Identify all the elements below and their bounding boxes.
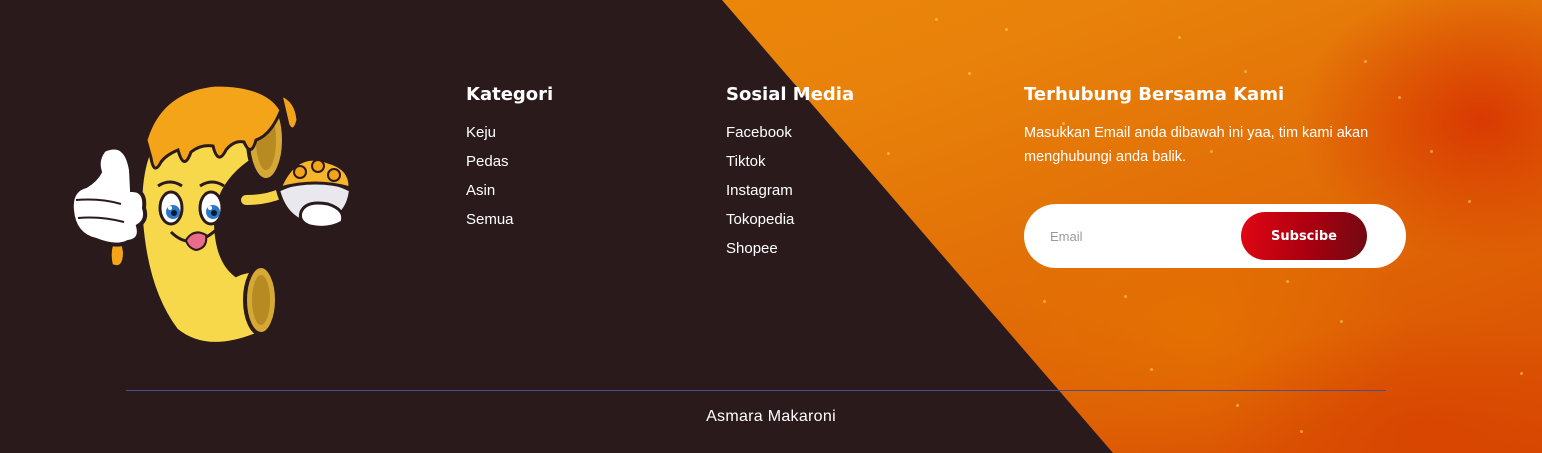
sosial-media-list: Facebook Tiktok Instagram Tokopedia Shop…	[726, 123, 854, 268]
social-link[interactable]: Tokopedia	[726, 211, 794, 228]
sosial-media-section: Sosial Media Facebook Tiktok Instagram T…	[726, 84, 854, 268]
contact-section: Terhubung Bersama Kami Masukkan Email an…	[1024, 84, 1404, 169]
subscribe-button[interactable]: Subscibe	[1241, 212, 1367, 260]
sosial-media-title: Sosial Media	[726, 84, 855, 105]
site-footer: Kategori Keju Pedas Asin Semua Sosial Me…	[0, 0, 1542, 453]
contact-title: Terhubung Bersama Kami	[1024, 84, 1285, 105]
kategori-link[interactable]: Asin	[466, 182, 495, 199]
kategori-item-semua[interactable]: Semua	[466, 210, 553, 239]
kategori-list: Keju Pedas Asin Semua	[466, 123, 553, 239]
kategori-item-asin[interactable]: Asin	[466, 181, 553, 210]
macaroni-mascot-icon	[69, 83, 354, 346]
footer-divider	[126, 390, 1386, 391]
social-link[interactable]: Shopee	[726, 240, 778, 257]
kategori-item-keju[interactable]: Keju	[466, 123, 553, 152]
kategori-link[interactable]: Semua	[466, 211, 514, 228]
social-item-facebook[interactable]: Facebook	[726, 123, 854, 152]
social-link[interactable]: Facebook	[726, 124, 792, 141]
social-item-instagram[interactable]: Instagram	[726, 181, 854, 210]
copyright-text: Asmara Makaroni	[706, 408, 836, 425]
social-item-tiktok[interactable]: Tiktok	[726, 152, 854, 181]
social-link[interactable]: Instagram	[726, 182, 793, 199]
kategori-link[interactable]: Keju	[466, 124, 496, 141]
social-item-shopee[interactable]: Shopee	[726, 239, 854, 268]
kategori-item-pedas[interactable]: Pedas	[466, 152, 553, 181]
kategori-link[interactable]: Pedas	[466, 153, 509, 170]
social-link[interactable]: Tiktok	[726, 153, 765, 170]
kategori-title: Kategori	[466, 84, 554, 105]
email-input[interactable]	[1050, 224, 1250, 248]
contact-description: Masukkan Email anda dibawah ini yaa, tim…	[1024, 125, 1369, 165]
social-item-tokopedia[interactable]: Tokopedia	[726, 210, 854, 239]
kategori-section: Kategori Keju Pedas Asin Semua	[466, 84, 553, 239]
subscribe-form: Subscibe	[1024, 204, 1406, 268]
